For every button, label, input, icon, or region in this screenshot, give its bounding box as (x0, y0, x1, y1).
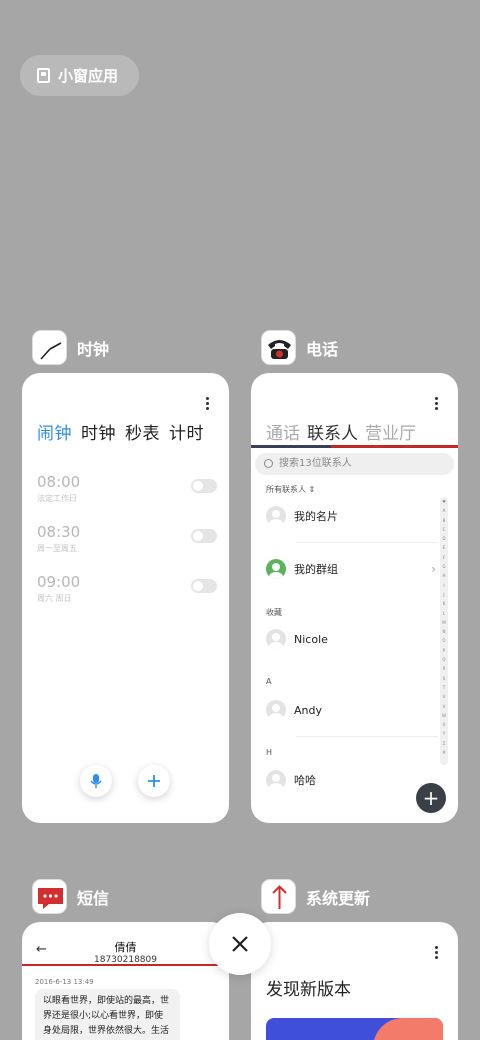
phone-app-header[interactable]: 电话 (261, 330, 338, 365)
alarm-repeat: 法定工作日 (37, 494, 77, 503)
message-bubble[interactable]: 以眼看世界，即使站的最高，世界还是很小;以心看世界，即使身处局限，世界依然很大。… (35, 989, 180, 1040)
clock-app-header[interactable]: 时钟 (32, 330, 109, 365)
clock-app-name: 时钟 (77, 339, 110, 359)
tab-stopwatch[interactable]: 秒表 (125, 419, 160, 444)
section-header: A (266, 677, 272, 686)
microphone-icon (90, 774, 102, 788)
tab-service-hall[interactable]: 营业厅 (365, 419, 416, 444)
divider (296, 542, 438, 543)
small-window-label: 小窗应用 (58, 67, 119, 85)
more-options-icon[interactable] (435, 397, 439, 412)
avatar (266, 770, 286, 790)
sms-card[interactable]: ← 倩倩 18730218809 2016-6-13 13:49 以眼看世界，即… (22, 922, 229, 1040)
alarm-item[interactable]: 08:30 周一至周五 (37, 523, 217, 563)
contact-name: 哈哈 (294, 774, 316, 787)
alarm-repeat: 周六 周日 (37, 594, 72, 603)
more-options-icon[interactable] (206, 397, 210, 412)
message-date: 2016-6-13 13:49 (35, 978, 94, 986)
phone-tabs: 通话 联系人 营业厅 (266, 419, 416, 444)
phone-app-name: 电话 (306, 339, 339, 359)
clock-card[interactable]: 闹钟 时钟 秒表 计时 08:00 法定工作日 08:30 周一至周五 09:0… (22, 373, 229, 823)
telephone-icon (261, 330, 296, 365)
more-options-icon[interactable] (435, 946, 439, 961)
conversation-header: ← 倩倩 18730218809 (22, 922, 229, 966)
section-header: H (266, 748, 273, 757)
header-divider (22, 964, 229, 966)
avatar (266, 629, 286, 649)
tab-clock[interactable]: 时钟 (81, 419, 116, 444)
clock-icon (32, 330, 67, 365)
voice-button[interactable] (80, 765, 112, 797)
contact-row[interactable]: Nicole (266, 627, 436, 651)
upload-arrow-icon (261, 879, 296, 914)
clear-all-button[interactable] (209, 913, 271, 975)
alarm-toggle[interactable] (191, 579, 217, 593)
tab-contacts[interactable]: 联系人 (307, 419, 358, 444)
alarm-repeat: 周一至周五 (37, 544, 77, 553)
avatar (266, 506, 286, 526)
my-groups-label: 我的群组 (294, 563, 338, 576)
update-app-name: 系统更新 (306, 888, 371, 908)
contact-name: Nicole (294, 632, 328, 646)
phone-window-icon (37, 68, 50, 83)
my-card-label: 我的名片 (294, 510, 338, 523)
update-app-header[interactable]: 系统更新 (261, 879, 370, 914)
alarm-time: 08:30 (37, 523, 81, 541)
clock-tabs: 闹钟 时钟 秒表 计时 (37, 419, 204, 444)
alarm-time: 09:00 (37, 573, 81, 591)
contact-row[interactable]: Andy (266, 698, 436, 722)
plus-icon (148, 775, 160, 787)
update-card[interactable]: 发现新版本 (251, 922, 458, 1040)
section-header: 收藏 (266, 608, 282, 617)
contact-search-input[interactable]: 搜索13位联系人 (255, 453, 454, 475)
alarm-toggle[interactable] (191, 529, 217, 543)
alphabet-index-scrollbar[interactable]: ♥ A B C D E F G H I J K L M N O P Q R S T U V W X Y Z # (440, 497, 448, 765)
update-banner (266, 1018, 443, 1040)
tab-timer[interactable]: 计时 (169, 419, 204, 444)
avatar (266, 700, 286, 720)
back-arrow-icon[interactable]: ← (36, 942, 47, 957)
alarm-toggle[interactable] (191, 479, 217, 493)
divider (296, 736, 438, 737)
update-title: 发现新版本 (266, 980, 351, 1000)
phone-card[interactable]: 通话 联系人 营业厅 搜索13位联系人 所有联系人 ⇕ 我的名片 我的群组 › … (251, 373, 458, 823)
sms-app-header[interactable]: 短信 (32, 879, 109, 914)
group-icon (266, 559, 286, 579)
active-tab-indicator (251, 445, 331, 448)
alarm-time: 08:00 (37, 473, 81, 491)
add-alarm-button[interactable] (138, 765, 170, 797)
tab-alarm[interactable]: 闹钟 (37, 419, 72, 444)
all-contacts-label: 所有联系人 (266, 485, 306, 494)
all-contacts-filter[interactable]: 所有联系人 ⇕ (266, 484, 315, 495)
alarm-item[interactable]: 08:00 法定工作日 (37, 473, 217, 513)
plus-icon: + (422, 786, 440, 810)
message-icon (32, 879, 67, 914)
chevron-right-icon: › (431, 562, 436, 576)
close-icon (232, 936, 248, 952)
sort-icon: ⇕ (308, 485, 316, 494)
my-card-row[interactable]: 我的名片 (266, 504, 436, 528)
contact-name: Andy (294, 703, 322, 717)
alarm-item[interactable]: 09:00 周六 周日 (37, 573, 217, 613)
contact-row[interactable]: 哈哈 (266, 768, 436, 792)
small-window-apps-button[interactable]: 小窗应用 (20, 55, 139, 96)
add-contact-button[interactable]: + (416, 783, 446, 813)
tab-calls[interactable]: 通话 (266, 419, 300, 444)
sms-app-name: 短信 (77, 888, 110, 908)
contact-name: 倩倩 (114, 941, 137, 954)
my-groups-row[interactable]: 我的群组 › (266, 557, 436, 581)
